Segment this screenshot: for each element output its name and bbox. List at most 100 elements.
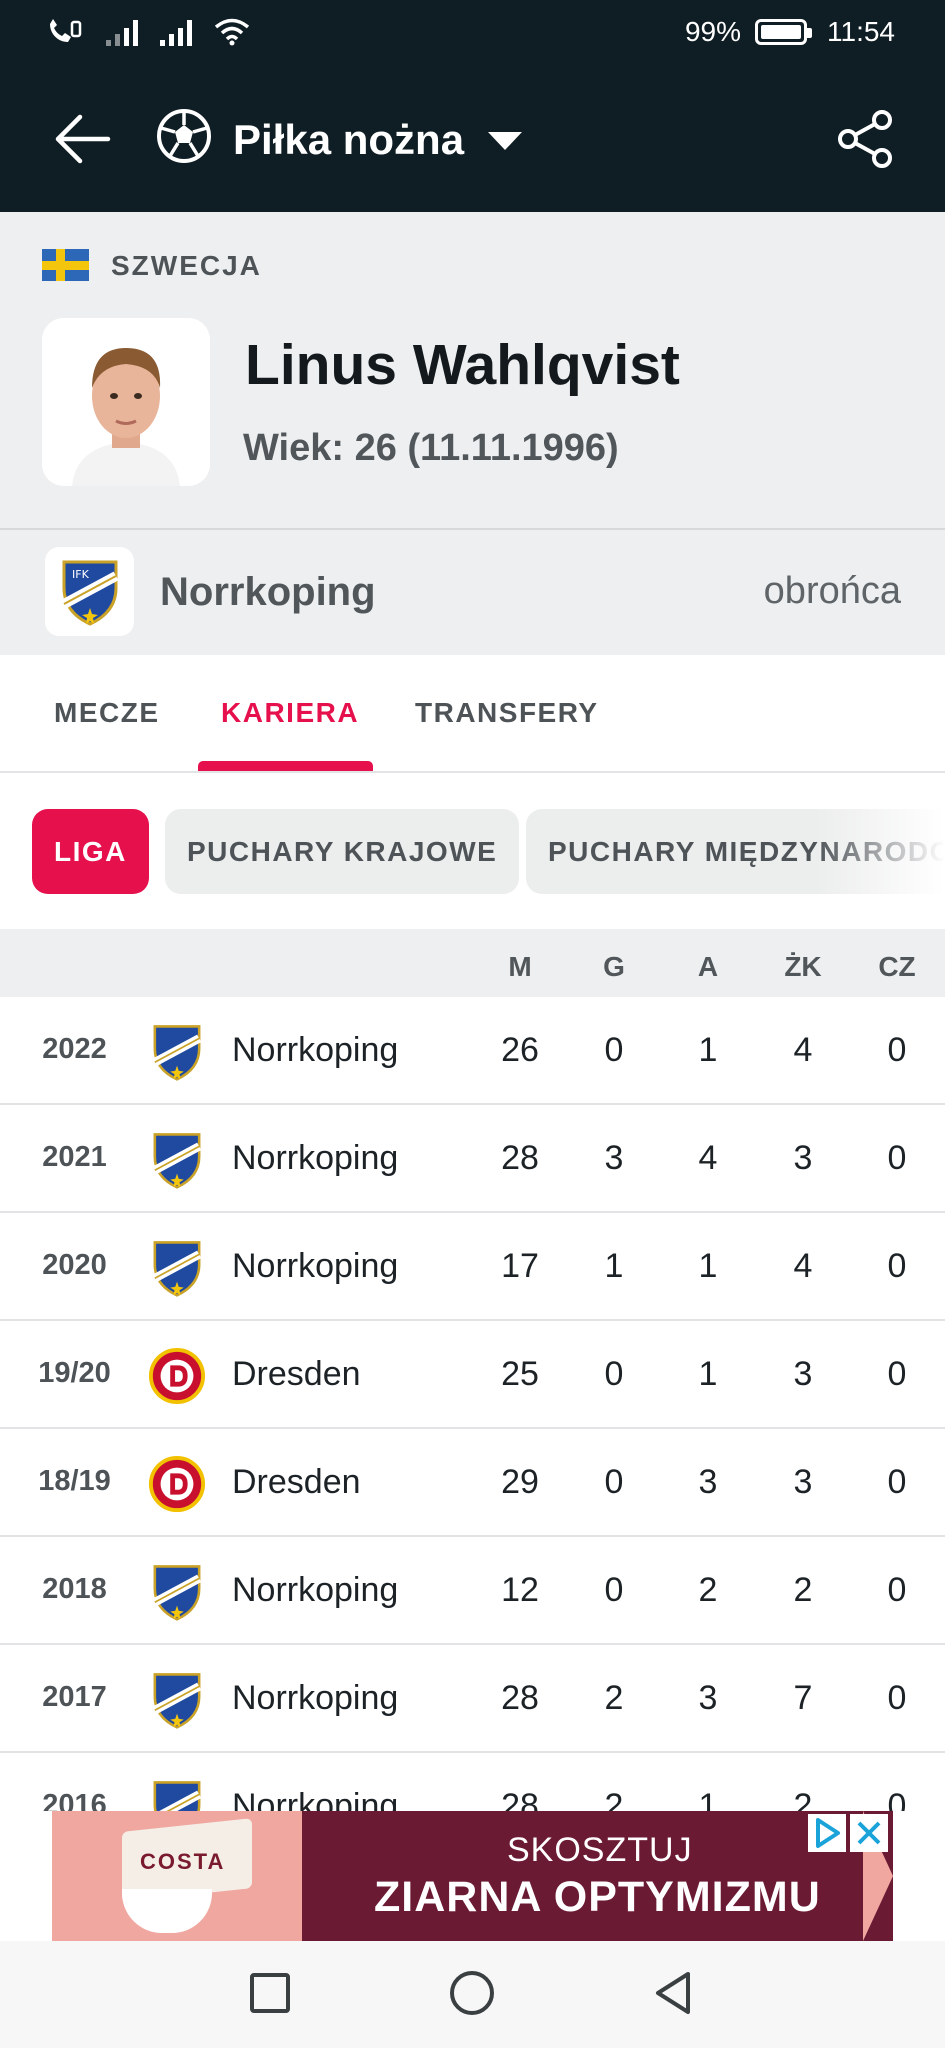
caret-down-icon[interactable] <box>488 132 522 150</box>
matches: 28 <box>501 1679 539 1717</box>
signal-2-icon <box>160 18 192 46</box>
red-cards: 0 <box>887 1031 907 1069</box>
matches: 26 <box>501 1031 539 1069</box>
stats-table-body: 2022 Norrkoping 26 0 1 4 0 2021 Norrkopi… <box>0 997 945 1811</box>
square-icon[interactable] <box>242 1965 298 2021</box>
season: 2016 <box>42 1789 107 1811</box>
chip-puchary-krajowe[interactable]: PUCHARY KRAJOWE <box>165 809 520 894</box>
battery-icon <box>755 19 812 45</box>
tab-mecze[interactable]: MECZE <box>54 697 160 729</box>
col-yellow-cards: ŻK <box>784 951 822 982</box>
assists: 1 <box>698 1787 718 1811</box>
season: 2018 <box>42 1573 107 1605</box>
chip-liga[interactable]: LIGA <box>32 809 149 894</box>
yellow-cards: 2 <box>793 1787 813 1811</box>
team-name: Norrkoping <box>232 1247 399 1285</box>
matches: 29 <box>501 1463 539 1501</box>
matches: 12 <box>501 1571 539 1609</box>
goals: 0 <box>604 1463 624 1501</box>
table-row[interactable]: 18/19 Dresden 29 0 3 3 0 <box>0 1429 945 1537</box>
active-tab-indicator <box>198 761 373 771</box>
yellow-cards: 2 <box>793 1571 813 1609</box>
close-icon[interactable] <box>850 1814 888 1852</box>
tab-transfery[interactable]: TRANSFERY <box>415 697 599 729</box>
status-left <box>46 18 250 46</box>
table-row[interactable]: 2020 Norrkoping 17 1 1 4 0 <box>0 1213 945 1321</box>
player-portrait-icon <box>42 318 210 486</box>
table-row[interactable]: 19/20 Dresden 25 0 1 3 0 <box>0 1321 945 1429</box>
ad-headline-1: SKOSZTUJ <box>507 1831 693 1869</box>
season: 19/20 <box>38 1357 111 1389</box>
matches: 28 <box>501 1787 539 1811</box>
norrkoping-crest-icon <box>148 1563 206 1621</box>
season: 2021 <box>42 1141 107 1173</box>
norrkoping-crest-icon <box>148 1131 206 1189</box>
norrkoping-crest-icon: IFK <box>61 560 118 626</box>
yellow-cards: 3 <box>793 1355 813 1393</box>
norrkoping-crest-icon <box>148 1023 206 1081</box>
circle-icon[interactable] <box>444 1965 500 2021</box>
red-cards: 0 <box>887 1139 907 1177</box>
red-cards: 0 <box>887 1787 907 1811</box>
team-name[interactable]: Norrkoping <box>160 570 376 615</box>
season: 2022 <box>42 1033 107 1065</box>
assists: 4 <box>698 1139 718 1177</box>
country-label[interactable]: SZWECJA <box>111 250 262 282</box>
red-cards: 0 <box>887 1355 907 1393</box>
sport-selector-label[interactable]: Piłka nożna <box>233 116 464 164</box>
table-row[interactable]: 2017 Norrkoping 28 2 3 7 0 <box>0 1645 945 1753</box>
yellow-cards: 4 <box>793 1247 813 1285</box>
assists: 1 <box>698 1355 718 1393</box>
team-logo: IFK <box>45 547 134 636</box>
matches: 25 <box>501 1355 539 1393</box>
soccer-ball-icon[interactable] <box>156 108 212 164</box>
current-team-row[interactable]: IFK Norrkoping obrońca <box>0 528 945 655</box>
red-cards: 0 <box>887 1679 907 1717</box>
season: 2017 <box>42 1681 107 1713</box>
share-icon[interactable] <box>836 108 896 170</box>
col-goals: G <box>603 951 625 982</box>
signal-1-icon <box>106 18 138 46</box>
norrkoping-crest-icon <box>148 1239 206 1297</box>
col-assists: A <box>697 951 719 982</box>
table-row[interactable]: 2022 Norrkoping 26 0 1 4 0 <box>0 997 945 1105</box>
clock: 11:54 <box>827 16 895 47</box>
red-cards: 0 <box>887 1247 907 1285</box>
tab-kariera[interactable]: KARIERA <box>221 697 359 729</box>
triangle-back-icon[interactable] <box>646 1965 702 2021</box>
table-row[interactable]: 2021 Norrkoping 28 3 4 3 0 <box>0 1105 945 1213</box>
norrkoping-crest-icon <box>148 1671 206 1729</box>
app-bar: Piłka nożna <box>0 70 945 212</box>
team-name: Norrkoping <box>232 1031 399 1069</box>
battery-percent: 99% <box>684 16 741 47</box>
svg-text:IFK: IFK <box>72 568 90 581</box>
ad-banner[interactable]: COSTA SKOSZTUJ ZIARNA OPTYMIZMU <box>52 1811 893 1941</box>
assists: 3 <box>698 1679 718 1717</box>
goals: 0 <box>604 1355 624 1393</box>
goals: 2 <box>604 1787 624 1811</box>
player-position: obrońca <box>763 570 901 612</box>
player-photo <box>42 318 210 486</box>
matches: 28 <box>501 1139 539 1177</box>
system-nav-bar <box>0 1941 945 2048</box>
table-row[interactable]: 2018 Norrkoping 12 0 2 2 0 <box>0 1537 945 1645</box>
arrow-left-icon[interactable] <box>52 108 114 170</box>
matches: 17 <box>501 1247 539 1285</box>
wifi-icon <box>214 18 250 46</box>
norrkoping-crest-icon <box>148 1779 206 1811</box>
yellow-cards: 3 <box>793 1139 813 1177</box>
team-name: Norrkoping <box>232 1139 399 1177</box>
goals: 1 <box>604 1247 624 1285</box>
yellow-cards: 7 <box>793 1679 813 1717</box>
assists: 3 <box>698 1463 718 1501</box>
player-header: SZWECJA Linus Wahlqvist Wiek: 26 (11.11.… <box>0 212 945 528</box>
team-name: Norrkoping <box>232 1787 399 1811</box>
wifi-calling-icon <box>50 19 82 42</box>
table-row[interactable]: 2016 Norrkoping 28 2 1 2 0 <box>0 1753 945 1811</box>
dresden-crest-icon <box>148 1347 206 1405</box>
goals: 3 <box>604 1139 624 1177</box>
goals: 2 <box>604 1679 624 1717</box>
ad-choices-icon[interactable] <box>808 1814 846 1852</box>
yellow-cards: 4 <box>793 1031 813 1069</box>
dresden-crest-icon <box>148 1455 206 1513</box>
